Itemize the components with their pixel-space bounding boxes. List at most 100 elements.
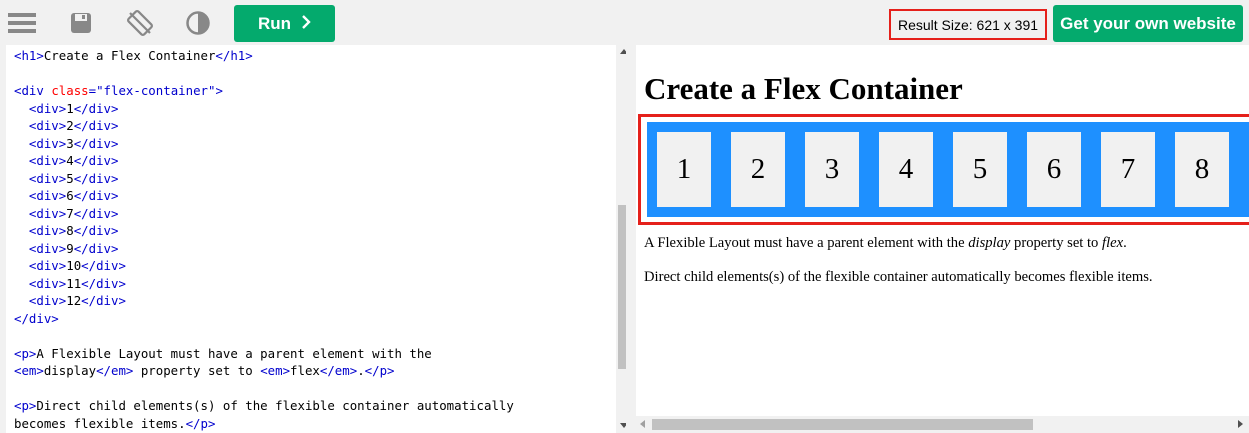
- code-token: 9: [66, 240, 74, 256]
- theme-contrast-icon[interactable]: [184, 9, 212, 37]
- code-token: </em>: [96, 363, 134, 378]
- code-token: <div>: [28, 240, 67, 256]
- code-token: Direct child elements(s) of the flexible…: [36, 398, 514, 413]
- code-token: </div>: [73, 205, 119, 221]
- code-token: property set to: [133, 363, 261, 378]
- code-token: "flex-container": [96, 83, 216, 98]
- code-line: <div>12</div>: [14, 292, 514, 310]
- get-own-website-button[interactable]: Get your own website: [1053, 5, 1243, 42]
- code-token: <p>: [14, 345, 37, 361]
- code-token: A Flexible Layout must have a parent ele…: [36, 345, 432, 361]
- scrollbar-thumb[interactable]: [618, 205, 626, 369]
- code-line: <div>5</div>: [14, 170, 514, 188]
- code-line: becomes flexible items.</p>: [14, 415, 514, 433]
- menu-icon[interactable]: [8, 9, 36, 37]
- code-token: <em>: [260, 363, 291, 378]
- flex-item: 1: [657, 132, 711, 207]
- flex-container: 12345678: [647, 122, 1249, 217]
- result-frame: Create a Flex Container 12345678 A Flexi…: [636, 45, 1249, 433]
- get-own-website-label: Get your own website: [1060, 13, 1236, 33]
- flex-item: 6: [1027, 132, 1081, 207]
- code-token: becomes flexible items.: [14, 415, 186, 431]
- code-token: </div>: [73, 100, 119, 116]
- code-token: flex: [290, 363, 320, 378]
- code-line: <p>Direct child elements(s) of the flexi…: [14, 397, 514, 415]
- para1-em-flex: flex: [1102, 235, 1124, 251]
- code-token: </div>: [73, 118, 119, 133]
- code-token: <div>: [28, 135, 67, 151]
- result-size-label: Result Size: 621 x 391: [897, 16, 1039, 33]
- code-token: 4: [66, 153, 74, 168]
- code-line: <div>1</div>: [14, 100, 514, 118]
- code-line: <div>10</div>: [14, 257, 514, 275]
- code-token: </div>: [14, 310, 59, 326]
- code-line: <div>9</div>: [14, 240, 514, 258]
- code-token: <div>: [28, 100, 67, 116]
- code-token: 10: [66, 258, 82, 273]
- scrollbar-thumb[interactable]: [652, 419, 1033, 430]
- code-token: <div>: [28, 258, 67, 273]
- rotate-orientation-icon[interactable]: [126, 9, 154, 37]
- code-token: <div>: [28, 275, 67, 291]
- code-line: <em>display</em> property set to <em>fle…: [14, 362, 514, 380]
- panel-divider[interactable]: [626, 45, 636, 433]
- code-token: 5: [66, 170, 74, 186]
- para1-text-before: A Flexible Layout must have a parent ele…: [644, 235, 969, 251]
- code-token: </div>: [73, 135, 119, 151]
- code-token: <div>: [28, 293, 67, 308]
- result-paragraph-1: A Flexible Layout must have a parent ele…: [644, 235, 1127, 252]
- code-editor[interactable]: <h1>Create a Flex Container</h1> <div cl…: [6, 45, 626, 433]
- code-token: </div>: [81, 275, 126, 291]
- flex-item: 4: [879, 132, 933, 207]
- result-paragraph-2: Direct child elements(s) of the flexible…: [644, 269, 1153, 285]
- run-button[interactable]: Run: [234, 5, 335, 42]
- code-token: <h1>: [14, 48, 44, 63]
- code-line: </div>: [14, 310, 514, 328]
- result-horizontal-scrollbar[interactable]: [636, 416, 1249, 433]
- code-line: <div class="flex-container">: [14, 82, 514, 100]
- code-token: 12: [66, 293, 82, 308]
- para1-em-display: display: [968, 235, 1011, 251]
- code-content[interactable]: <h1>Create a Flex Container</h1> <div cl…: [14, 47, 514, 432]
- code-line: <div>7</div>: [14, 205, 514, 223]
- code-token: 7: [66, 205, 74, 221]
- code-token: display: [43, 363, 97, 378]
- code-token: <div>: [28, 205, 67, 221]
- save-icon[interactable]: [67, 9, 95, 37]
- code-token: </p>: [185, 415, 216, 431]
- code-token: <div>: [28, 188, 67, 203]
- code-token: <div>: [28, 118, 67, 133]
- code-line: <div>6</div>: [14, 187, 514, 205]
- code-vertical-scrollbar[interactable]: [616, 45, 626, 433]
- code-token: class: [51, 83, 89, 98]
- code-line: <div>11</div>: [14, 275, 514, 293]
- flex-item: 5: [953, 132, 1007, 207]
- scroll-left-icon[interactable]: [640, 420, 645, 428]
- code-token: </em>: [319, 363, 358, 378]
- code-token: </h1>: [215, 48, 253, 63]
- flex-item: 3: [805, 132, 859, 207]
- code-token: 11: [66, 275, 82, 291]
- code-token: 6: [66, 188, 74, 203]
- code-token: <p>: [14, 398, 37, 413]
- code-line: <div>2</div>: [14, 117, 514, 135]
- code-token: <div>: [28, 170, 67, 186]
- toolbar: Run Result Size: 621 x 391 Get your own …: [0, 0, 1249, 44]
- code-token: <div>: [28, 153, 67, 168]
- code-line: <div>8</div>: [14, 222, 514, 240]
- chevron-right-icon: [301, 14, 311, 34]
- code-token: </div>: [73, 153, 119, 168]
- scroll-right-icon[interactable]: [1238, 420, 1243, 428]
